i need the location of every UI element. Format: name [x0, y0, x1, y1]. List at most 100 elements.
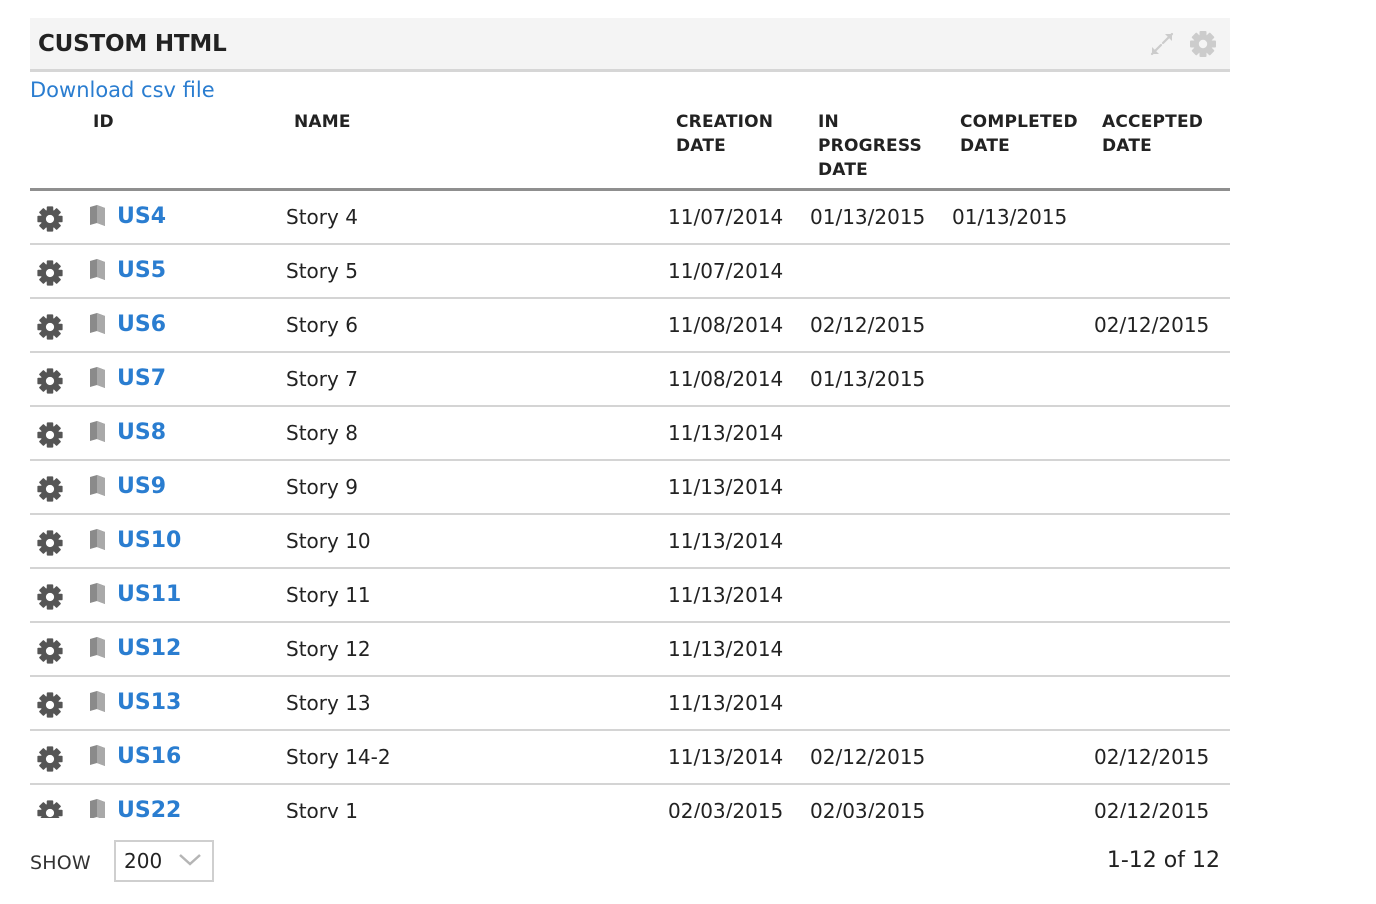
story-name: Story 4: [286, 205, 358, 229]
in-progress-date: 02/03/2015: [810, 799, 926, 818]
page-size-select[interactable]: 200: [114, 840, 214, 882]
table-row[interactable]: US7 Story 7 11/08/2014 01/13/2015: [30, 353, 1230, 407]
story-id-link[interactable]: US8: [117, 407, 166, 459]
table-row[interactable]: US8 Story 8 11/13/2014: [30, 407, 1230, 461]
row-gear-icon[interactable]: [36, 691, 64, 718]
table-row[interactable]: US13 Story 13 11/13/2014: [30, 677, 1230, 731]
story-name: Story 9: [286, 475, 358, 499]
table-row[interactable]: US9 Story 9 11/13/2014: [30, 461, 1230, 515]
story-id-link[interactable]: US5: [117, 245, 166, 297]
table-row[interactable]: US11 Story 11 11/13/2014: [30, 569, 1230, 623]
user-story-icon: [88, 420, 108, 446]
user-story-icon: [88, 528, 108, 554]
user-story-icon: [88, 258, 108, 284]
story-id-link[interactable]: US13: [117, 677, 181, 729]
row-gear-icon[interactable]: [36, 529, 64, 556]
story-id-link[interactable]: US9: [117, 461, 166, 513]
creation-date: 02/03/2015: [668, 799, 784, 818]
panel-title: CUSTOM HTML: [38, 30, 227, 57]
row-gear-icon[interactable]: [36, 421, 64, 448]
story-name: Story 5: [286, 259, 358, 283]
creation-date: 11/13/2014: [668, 475, 784, 499]
completed-date: 01/13/2015: [952, 205, 1068, 229]
grid-header: ID NAME CREATION DATE IN PROGRESS DATE C…: [30, 108, 1230, 191]
table-row[interactable]: US16 Story 14-2 11/13/2014 02/12/2015 02/12/…: [30, 731, 1230, 785]
accepted-date: 02/12/2015: [1094, 313, 1210, 337]
story-id-link[interactable]: US11: [117, 569, 181, 621]
row-gear-icon[interactable]: [36, 475, 64, 502]
column-header-name[interactable]: NAME: [294, 110, 351, 134]
story-name: Story 12: [286, 637, 371, 661]
column-header-creation-date[interactable]: CREATION DATE: [676, 110, 773, 158]
row-gear-icon[interactable]: [36, 313, 64, 340]
creation-date: 11/13/2014: [668, 745, 784, 769]
creation-date: 11/13/2014: [668, 529, 784, 553]
creation-date: 11/13/2014: [668, 637, 784, 661]
table-row[interactable]: US4 Story 4 11/07/2014 01/13/2015 01/13/2015: [30, 191, 1230, 245]
user-story-icon: [88, 474, 108, 500]
grid-footer: SHOW 200 1-12 of 12: [30, 838, 1230, 882]
in-progress-date: 02/12/2015: [810, 745, 926, 769]
row-gear-icon[interactable]: [36, 583, 64, 610]
show-label: SHOW: [30, 852, 91, 874]
settings-gear-icon[interactable]: [1188, 29, 1218, 59]
in-progress-date: 01/13/2015: [810, 367, 926, 391]
row-gear-icon[interactable]: [36, 799, 64, 818]
story-id-link[interactable]: US4: [117, 191, 166, 243]
user-story-icon: [88, 744, 108, 770]
creation-date: 11/07/2014: [668, 259, 784, 283]
grid-body[interactable]: US4 Story 4 11/07/2014 01/13/2015 01/13/2015…: [30, 191, 1230, 818]
story-name: Story 6: [286, 313, 358, 337]
table-row[interactable]: US22 Story 1 02/03/2015 02/03/2015 02/12/201…: [30, 785, 1230, 818]
user-story-icon: [88, 312, 108, 338]
panel-header: CUSTOM HTML: [30, 18, 1230, 72]
story-name: Story 11: [286, 583, 371, 607]
user-story-icon: [88, 690, 108, 716]
story-name: Story 10: [286, 529, 371, 553]
column-header-accepted-date[interactable]: ACCEPTED DATE: [1102, 110, 1203, 158]
column-header-completed-date[interactable]: COMPLETED DATE: [960, 110, 1078, 158]
creation-date: 11/08/2014: [668, 367, 784, 391]
page-count: 1-12 of 12: [1106, 848, 1220, 873]
in-progress-date: 02/12/2015: [810, 313, 926, 337]
expand-icon[interactable]: [1148, 30, 1176, 58]
story-name: Story 14-2: [286, 745, 391, 769]
table-row[interactable]: US5 Story 5 11/07/2014: [30, 245, 1230, 299]
user-story-icon: [88, 204, 108, 230]
table-row[interactable]: US10 Story 10 11/13/2014: [30, 515, 1230, 569]
page-size-value: 200: [124, 849, 163, 873]
table-row[interactable]: US12 Story 12 11/13/2014: [30, 623, 1230, 677]
creation-date: 11/13/2014: [668, 583, 784, 607]
story-name: Story 1: [286, 799, 358, 818]
user-story-icon: [88, 366, 108, 392]
accepted-date: 02/12/2015: [1094, 745, 1210, 769]
custom-html-panel: CUSTOM HTML Download csv file ID NAME CR…: [30, 18, 1230, 882]
row-gear-icon[interactable]: [36, 367, 64, 394]
creation-date: 11/07/2014: [668, 205, 784, 229]
user-story-icon: [88, 636, 108, 662]
story-name: Story 7: [286, 367, 358, 391]
row-gear-icon[interactable]: [36, 637, 64, 664]
download-csv-link[interactable]: Download csv file: [30, 78, 215, 102]
row-gear-icon[interactable]: [36, 745, 64, 772]
story-id-link[interactable]: US22: [117, 785, 181, 818]
story-name: Story 8: [286, 421, 358, 445]
user-story-icon: [88, 582, 108, 608]
column-header-in-progress-date[interactable]: IN PROGRESS DATE: [818, 110, 922, 182]
creation-date: 11/13/2014: [668, 421, 784, 445]
column-header-id[interactable]: ID: [93, 110, 114, 134]
story-id-link[interactable]: US6: [117, 299, 166, 351]
row-gear-icon[interactable]: [36, 259, 64, 286]
story-id-link[interactable]: US10: [117, 515, 181, 567]
panel-header-icons: [1148, 29, 1218, 59]
story-id-link[interactable]: US12: [117, 623, 181, 675]
table-row[interactable]: US6 Story 6 11/08/2014 02/12/2015 02/12/2015: [30, 299, 1230, 353]
accepted-date: 02/12/2015: [1094, 799, 1210, 818]
story-id-link[interactable]: US16: [117, 731, 181, 783]
chevron-down-icon: [178, 852, 202, 871]
story-name: Story 13: [286, 691, 371, 715]
user-story-icon: [88, 798, 108, 818]
story-id-link[interactable]: US7: [117, 353, 166, 405]
row-gear-icon[interactable]: [36, 205, 64, 232]
creation-date: 11/13/2014: [668, 691, 784, 715]
